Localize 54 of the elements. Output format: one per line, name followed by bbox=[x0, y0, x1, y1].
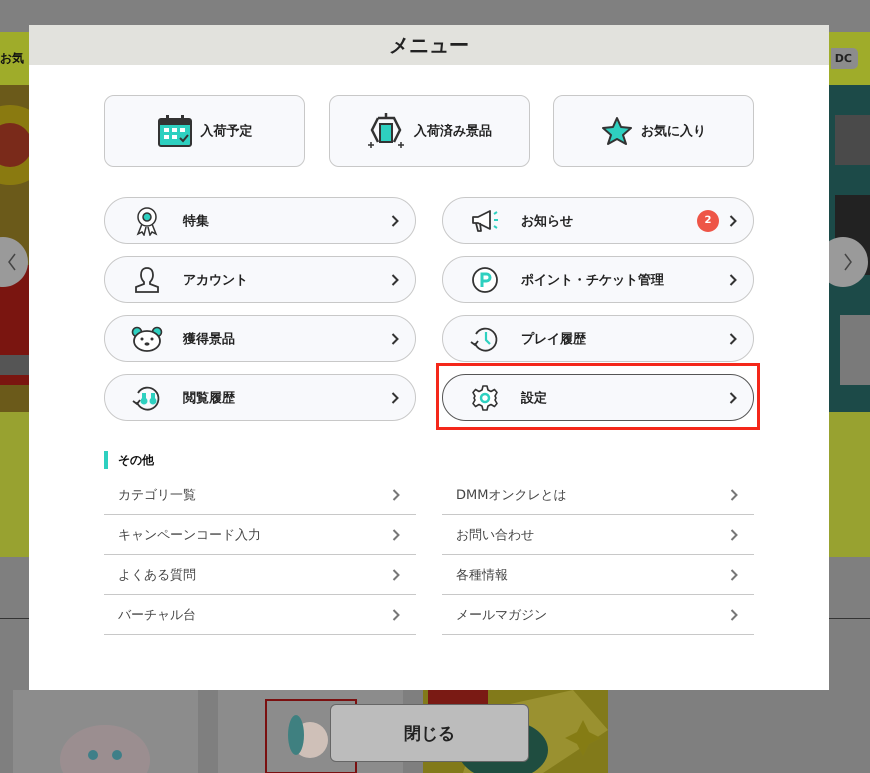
menu-item[interactable]: お知らせ 2 bbox=[442, 197, 754, 244]
menu-item[interactable]: ポイント・チケット管理 bbox=[442, 256, 754, 303]
menu-item[interactable]: 特集 bbox=[104, 197, 416, 244]
menu-item[interactable]: アカウント bbox=[104, 256, 416, 303]
notification-badge: 2 bbox=[697, 210, 719, 232]
chevron-right-icon bbox=[729, 214, 737, 226]
chevron-right-icon bbox=[729, 332, 737, 344]
chevron-right-icon bbox=[730, 608, 738, 620]
menu-tile[interactable]: お気に入り bbox=[553, 95, 754, 167]
binoculars-icon bbox=[132, 384, 162, 412]
chevron-right-icon bbox=[391, 214, 399, 226]
menu-item[interactable]: 閲覧履歴 bbox=[104, 374, 416, 421]
chevron-right-icon bbox=[730, 528, 738, 540]
person-icon bbox=[133, 266, 161, 294]
menu-item[interactable]: 獲得景品 bbox=[104, 315, 416, 362]
crane-claw-icon bbox=[366, 112, 406, 150]
menu-item[interactable]: プレイ履歴 bbox=[442, 315, 754, 362]
settings-icon bbox=[471, 384, 499, 412]
section-heading: その他 bbox=[104, 451, 754, 469]
chevron-right-icon bbox=[730, 488, 738, 500]
chevron-right-icon bbox=[391, 332, 399, 344]
chevron-right-icon bbox=[391, 392, 399, 404]
chevron-right-icon bbox=[392, 568, 400, 580]
star-icon bbox=[601, 116, 633, 146]
menu-link[interactable]: カテゴリ一覧 bbox=[104, 475, 416, 515]
close-button[interactable]: 閉じる bbox=[330, 704, 529, 762]
history-icon bbox=[470, 324, 500, 352]
chevron-right-icon bbox=[392, 608, 400, 620]
chevron-right-icon bbox=[729, 274, 737, 286]
calendar-icon bbox=[156, 114, 192, 148]
menu-tile[interactable]: 入荷済み景品 bbox=[328, 95, 530, 167]
chevron-right-icon bbox=[843, 252, 853, 272]
chevron-right-icon bbox=[729, 392, 737, 404]
chevron-left-icon bbox=[7, 252, 17, 272]
favorites-link[interactable]: お気 bbox=[0, 50, 24, 67]
menu-link[interactable]: よくある質問 bbox=[104, 555, 416, 595]
megaphone-icon bbox=[470, 208, 500, 232]
menu-link[interactable]: キャンペーンコード入力 bbox=[104, 515, 416, 555]
menu-item[interactable]: 設定 bbox=[442, 374, 754, 421]
chevron-right-icon bbox=[392, 488, 400, 500]
points-icon bbox=[471, 266, 499, 294]
points-badge: DC bbox=[830, 48, 858, 69]
menu-tile[interactable]: 入荷予定 bbox=[104, 95, 305, 167]
menu-link[interactable]: お問い合わせ bbox=[442, 515, 754, 555]
chevron-right-icon bbox=[730, 568, 738, 580]
dialog-title: メニュー bbox=[29, 25, 829, 65]
chevron-right-icon bbox=[391, 274, 399, 286]
bear-icon bbox=[131, 324, 163, 352]
chevron-right-icon bbox=[392, 528, 400, 540]
medal-icon bbox=[134, 206, 160, 236]
menu-link[interactable]: DMMオンクレとは bbox=[442, 475, 754, 515]
menu-link[interactable]: 各種情報 bbox=[442, 555, 754, 595]
menu-link[interactable]: バーチャル台 bbox=[104, 595, 416, 635]
menu-link[interactable]: メールマガジン bbox=[442, 595, 754, 635]
